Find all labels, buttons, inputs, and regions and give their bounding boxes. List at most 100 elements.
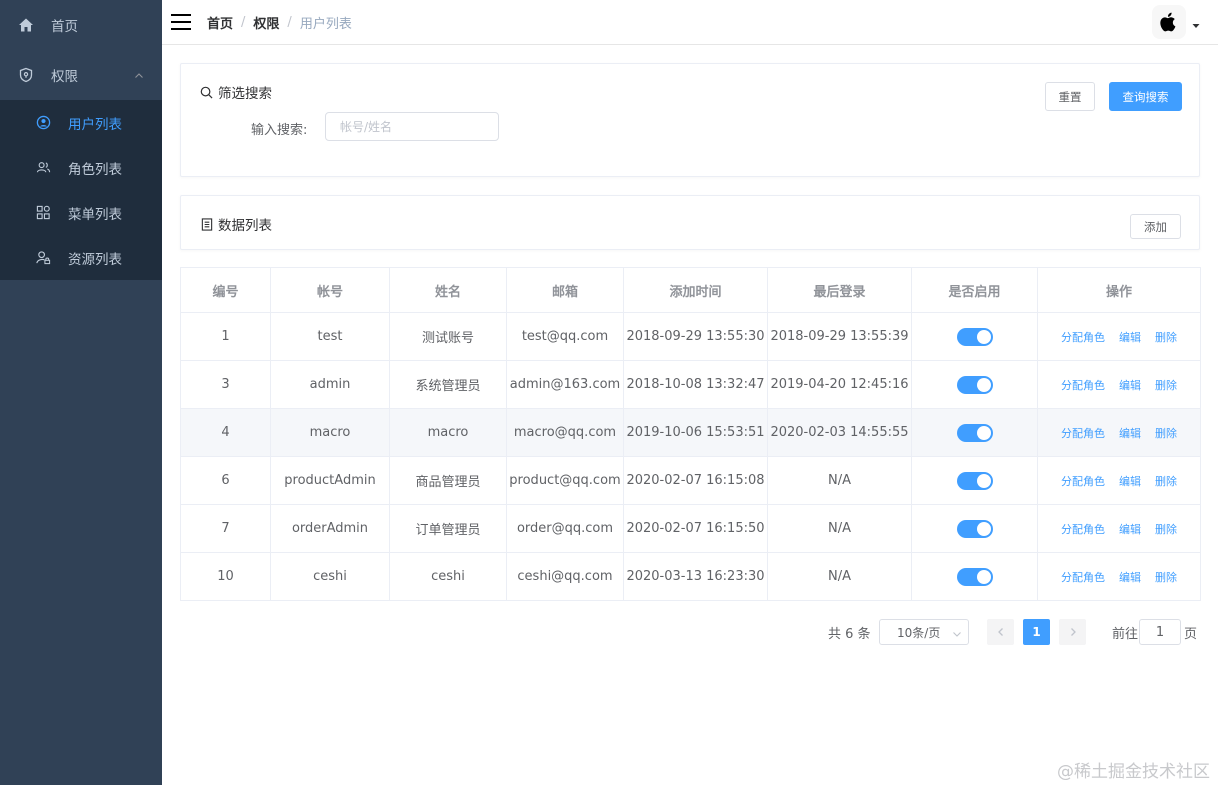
cell-last-login: 2020-02-03 14:55:55 [767, 408, 912, 457]
cell-actions: 分配角色 编辑 删除 [1037, 312, 1201, 361]
delete-link[interactable]: 删除 [1155, 331, 1177, 344]
enabled-switch[interactable] [956, 327, 993, 346]
edit-link[interactable]: 编辑 [1119, 427, 1141, 440]
chevron-up-icon [134, 69, 144, 85]
assign-role-link[interactable]: 分配角色 [1061, 427, 1105, 440]
breadcrumb-current: 用户列表 [299, 16, 352, 32]
table-row: 6 productAdmin 商品管理员 product@qq.com 2020… [180, 456, 1201, 505]
breadcrumb-home[interactable]: 首页 [207, 13, 233, 32]
reset-button[interactable]: 重置 [1045, 82, 1095, 111]
sidebar-item-menu-list[interactable]: 菜单列表 [0, 190, 162, 235]
delete-link[interactable]: 删除 [1155, 571, 1177, 584]
column-header-last-login: 最后登录 [767, 267, 912, 313]
cell-name: 商品管理员 [389, 456, 507, 505]
submenu-permission: 用户列表 角色列表 菜单列表 资源列表 [0, 100, 162, 280]
cell-created: 2019-10-06 15:53:51 [623, 408, 768, 457]
enabled-switch[interactable] [956, 567, 993, 586]
menu-item-home-label: 首页 [51, 19, 78, 35]
assign-role-link[interactable]: 分配角色 [1061, 379, 1105, 392]
edit-link[interactable]: 编辑 [1119, 523, 1141, 536]
enabled-switch[interactable] [956, 375, 993, 394]
sidebar: 首页 权限 用户列表 角色列表 菜单列表 资源列表 [0, 0, 162, 785]
cell-name: 测试账号 [389, 312, 507, 361]
enabled-switch[interactable] [956, 423, 993, 442]
cell-email: macro@qq.com [506, 408, 624, 457]
table-row: 3 admin 系统管理员 admin@163.com 2018-10-08 1… [180, 360, 1201, 409]
cell-last-login: 2019-04-20 12:45:16 [767, 360, 912, 409]
page-number-button[interactable]: 1 [1023, 619, 1050, 645]
delete-link[interactable]: 删除 [1155, 475, 1177, 488]
table-row: 4 macro macro macro@qq.com 2019-10-06 15… [180, 408, 1201, 457]
cell-last-login: N/A [767, 552, 912, 601]
column-header-enabled: 是否启用 [911, 267, 1038, 313]
cell-id: 4 [180, 408, 271, 457]
delete-link[interactable]: 删除 [1155, 427, 1177, 440]
cell-email: order@qq.com [506, 504, 624, 553]
cell-created: 2018-09-29 13:55:30 [623, 312, 768, 361]
page-size-select[interactable]: 10条/页 [879, 619, 969, 645]
delete-link[interactable]: 删除 [1155, 379, 1177, 392]
add-button[interactable]: 添加 [1130, 214, 1181, 239]
sidebar-item-label: 角色列表 [68, 161, 122, 178]
hamburger-icon[interactable] [171, 14, 191, 30]
pagination-total: 共 6 条 [828, 626, 871, 642]
table-header-row: 编号 帐号 姓名 邮箱 添加时间 最后登录 是否启用 操作 [180, 267, 1201, 313]
assign-role-link[interactable]: 分配角色 [1061, 331, 1105, 344]
users-icon [36, 160, 51, 175]
cell-enabled [911, 360, 1038, 409]
sidebar-item-label: 用户列表 [68, 116, 122, 133]
edit-link[interactable]: 编辑 [1119, 475, 1141, 488]
cell-last-login: N/A [767, 456, 912, 505]
caret-down-icon [1192, 18, 1200, 33]
cell-email: test@qq.com [506, 312, 624, 361]
cell-account: productAdmin [270, 456, 390, 505]
column-header-name: 姓名 [389, 267, 507, 313]
edit-link[interactable]: 编辑 [1119, 331, 1141, 344]
cell-name: 订单管理员 [389, 504, 507, 553]
next-page-button[interactable] [1059, 619, 1086, 645]
sidebar-item-resource-list[interactable]: 资源列表 [0, 235, 162, 280]
column-header-account: 帐号 [270, 267, 390, 313]
apple-icon [1160, 12, 1176, 32]
user-dropdown[interactable] [1152, 5, 1200, 39]
filter-card: 筛选搜索 输入搜索: 重置 查询搜索 [180, 63, 1200, 177]
table-row: 1 test 测试账号 test@qq.com 2018-09-29 13:55… [180, 312, 1201, 361]
search-input[interactable] [325, 112, 499, 141]
cell-name: 系统管理员 [389, 360, 507, 409]
avatar[interactable] [1152, 5, 1186, 39]
breadcrumb-separator: / [287, 14, 292, 30]
query-search-button[interactable]: 查询搜索 [1109, 82, 1182, 111]
assign-role-link[interactable]: 分配角色 [1061, 571, 1105, 584]
sidebar-item-role-list[interactable]: 角色列表 [0, 145, 162, 190]
goto-page-input[interactable] [1139, 619, 1181, 645]
cell-account: admin [270, 360, 390, 409]
sidebar-item-user-list[interactable]: 用户列表 [0, 100, 162, 145]
table-row: 7 orderAdmin 订单管理员 order@qq.com 2020-02-… [180, 504, 1201, 553]
breadcrumb-permission[interactable]: 权限 [253, 13, 279, 32]
assign-role-link[interactable]: 分配角色 [1061, 523, 1105, 536]
column-header-actions: 操作 [1037, 267, 1201, 313]
menu-item-home[interactable]: 首页 [0, 0, 162, 50]
chevron-left-icon [997, 628, 1003, 636]
cell-name: macro [389, 408, 507, 457]
search-icon [200, 86, 213, 99]
cell-last-login: 2018-09-29 13:55:39 [767, 312, 912, 361]
cell-created: 2020-03-13 16:23:30 [623, 552, 768, 601]
goto-label: 前往 [1112, 626, 1139, 642]
edit-link[interactable]: 编辑 [1119, 571, 1141, 584]
assign-role-link[interactable]: 分配角色 [1061, 475, 1105, 488]
enabled-switch[interactable] [956, 519, 993, 538]
prev-page-button[interactable] [987, 619, 1014, 645]
cell-email: admin@163.com [506, 360, 624, 409]
delete-link[interactable]: 删除 [1155, 523, 1177, 536]
watermark: @稀土掘金技术社区 [1057, 762, 1210, 782]
home-icon [18, 17, 34, 33]
cell-created: 2020-02-07 16:15:50 [623, 504, 768, 553]
cell-enabled [911, 552, 1038, 601]
cell-actions: 分配角色 编辑 删除 [1037, 456, 1201, 505]
search-label: 输入搜索: [251, 123, 308, 138]
menu-item-permission[interactable]: 权限 [0, 50, 162, 100]
shield-icon [18, 67, 34, 83]
enabled-switch[interactable] [956, 471, 993, 490]
edit-link[interactable]: 编辑 [1119, 379, 1141, 392]
